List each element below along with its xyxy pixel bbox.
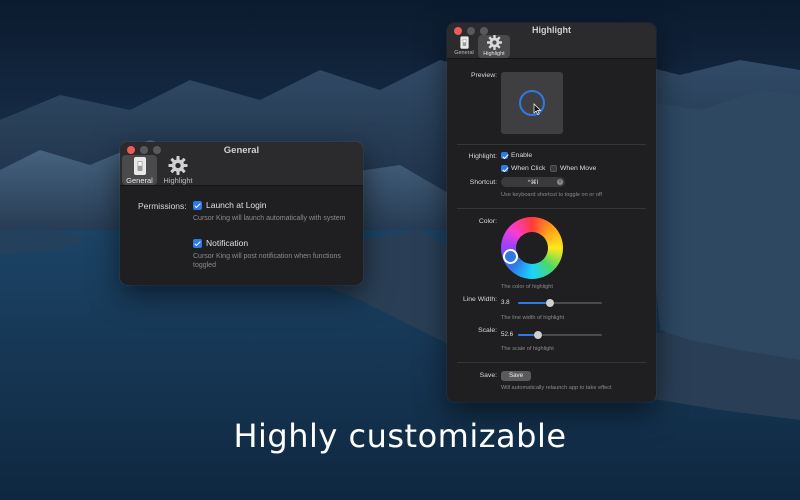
line-width-value: 3.8 xyxy=(501,299,510,306)
save-label: Save: xyxy=(479,372,497,379)
launch-at-login-checkbox[interactable] xyxy=(193,200,202,210)
tab-highlight-label: Highlight xyxy=(483,51,505,57)
preview-label: Preview: xyxy=(470,72,497,79)
tab-general-label: General xyxy=(126,176,153,185)
shortcut-value: ^⌘I xyxy=(527,179,539,186)
when-move-label: When Move xyxy=(560,165,597,172)
switch-icon xyxy=(133,157,146,175)
scale-slider-knob[interactable] xyxy=(534,331,543,339)
permissions-label: Permissions: xyxy=(138,201,187,211)
enable-row[interactable]: Enable xyxy=(501,152,532,159)
launch-at-login-label: Launch at Login xyxy=(206,200,267,210)
general-content: Permissions: Launch at Login Cursor King… xyxy=(120,186,363,269)
gear-icon xyxy=(168,156,188,175)
scale-value: 52.6 xyxy=(501,331,514,338)
divider xyxy=(457,208,646,209)
shortcut-label: Shortcut: xyxy=(469,179,497,186)
tab-general[interactable]: General xyxy=(122,155,157,185)
window-title: Highlight xyxy=(532,25,571,35)
save-help: Will automatically relaunch app to take … xyxy=(501,385,612,391)
scale-label: Scale: xyxy=(478,327,497,334)
cursor-highlight-preview-icon xyxy=(519,90,545,116)
switch-icon xyxy=(459,36,469,49)
save-button[interactable]: Save xyxy=(501,371,531,381)
launch-at-login-row[interactable]: Launch at Login xyxy=(193,200,267,210)
when-click-row[interactable]: When Click xyxy=(501,165,545,172)
launch-at-login-help: Cursor King will launch automatically wi… xyxy=(193,215,346,222)
color-wheel[interactable] xyxy=(501,217,563,279)
marketing-caption: Highly customizable xyxy=(233,417,567,455)
color-help: The color of highlight xyxy=(501,284,553,290)
shortcut-help: Use keyboard shortcut to toggle on or of… xyxy=(501,192,602,198)
tab-highlight-label: Highlight xyxy=(163,176,193,185)
line-width-label: Line Width: xyxy=(462,296,497,303)
general-window: General General Highlight Permissions: L… xyxy=(120,142,363,285)
when-click-checkbox[interactable] xyxy=(501,165,508,172)
divider xyxy=(457,144,646,145)
gear-icon xyxy=(486,35,502,50)
notification-help: Cursor King will post notification when … xyxy=(193,253,341,269)
when-move-checkbox[interactable] xyxy=(550,165,557,172)
tab-highlight[interactable]: Highlight xyxy=(478,35,510,58)
line-width-help: The line width of highlight xyxy=(501,315,565,321)
when-move-row[interactable]: When Move xyxy=(550,165,596,172)
highlight-label: Highlight: xyxy=(468,153,497,160)
notification-row[interactable]: Notification xyxy=(193,238,248,248)
tab-highlight[interactable]: Highlight xyxy=(159,155,197,185)
enable-label: Enable xyxy=(511,152,533,159)
scale-help: The scale of highlight xyxy=(501,346,554,352)
line-width-slider-knob[interactable] xyxy=(545,299,554,307)
highlight-titlebar[interactable]: Highlight General Highlight xyxy=(447,23,656,59)
notification-label: Notification xyxy=(206,238,249,248)
highlight-window: Highlight General Highlight Preview: Hig… xyxy=(447,23,656,402)
clear-shortcut-icon[interactable]: × xyxy=(557,179,563,185)
tab-general-label: General xyxy=(454,50,474,56)
color-picker-knob[interactable] xyxy=(503,249,518,264)
shortcut-recorder[interactable]: ^⌘I × xyxy=(501,177,565,187)
enable-checkbox[interactable] xyxy=(501,152,508,159)
tab-general[interactable]: General xyxy=(451,35,477,58)
color-label: Color: xyxy=(478,218,497,225)
general-titlebar[interactable]: General General Highlight xyxy=(120,142,363,186)
window-title: General xyxy=(223,145,260,156)
notification-checkbox[interactable] xyxy=(193,238,202,248)
preview-box xyxy=(501,72,563,134)
when-click-label: When Click xyxy=(511,165,546,172)
divider xyxy=(457,362,646,363)
